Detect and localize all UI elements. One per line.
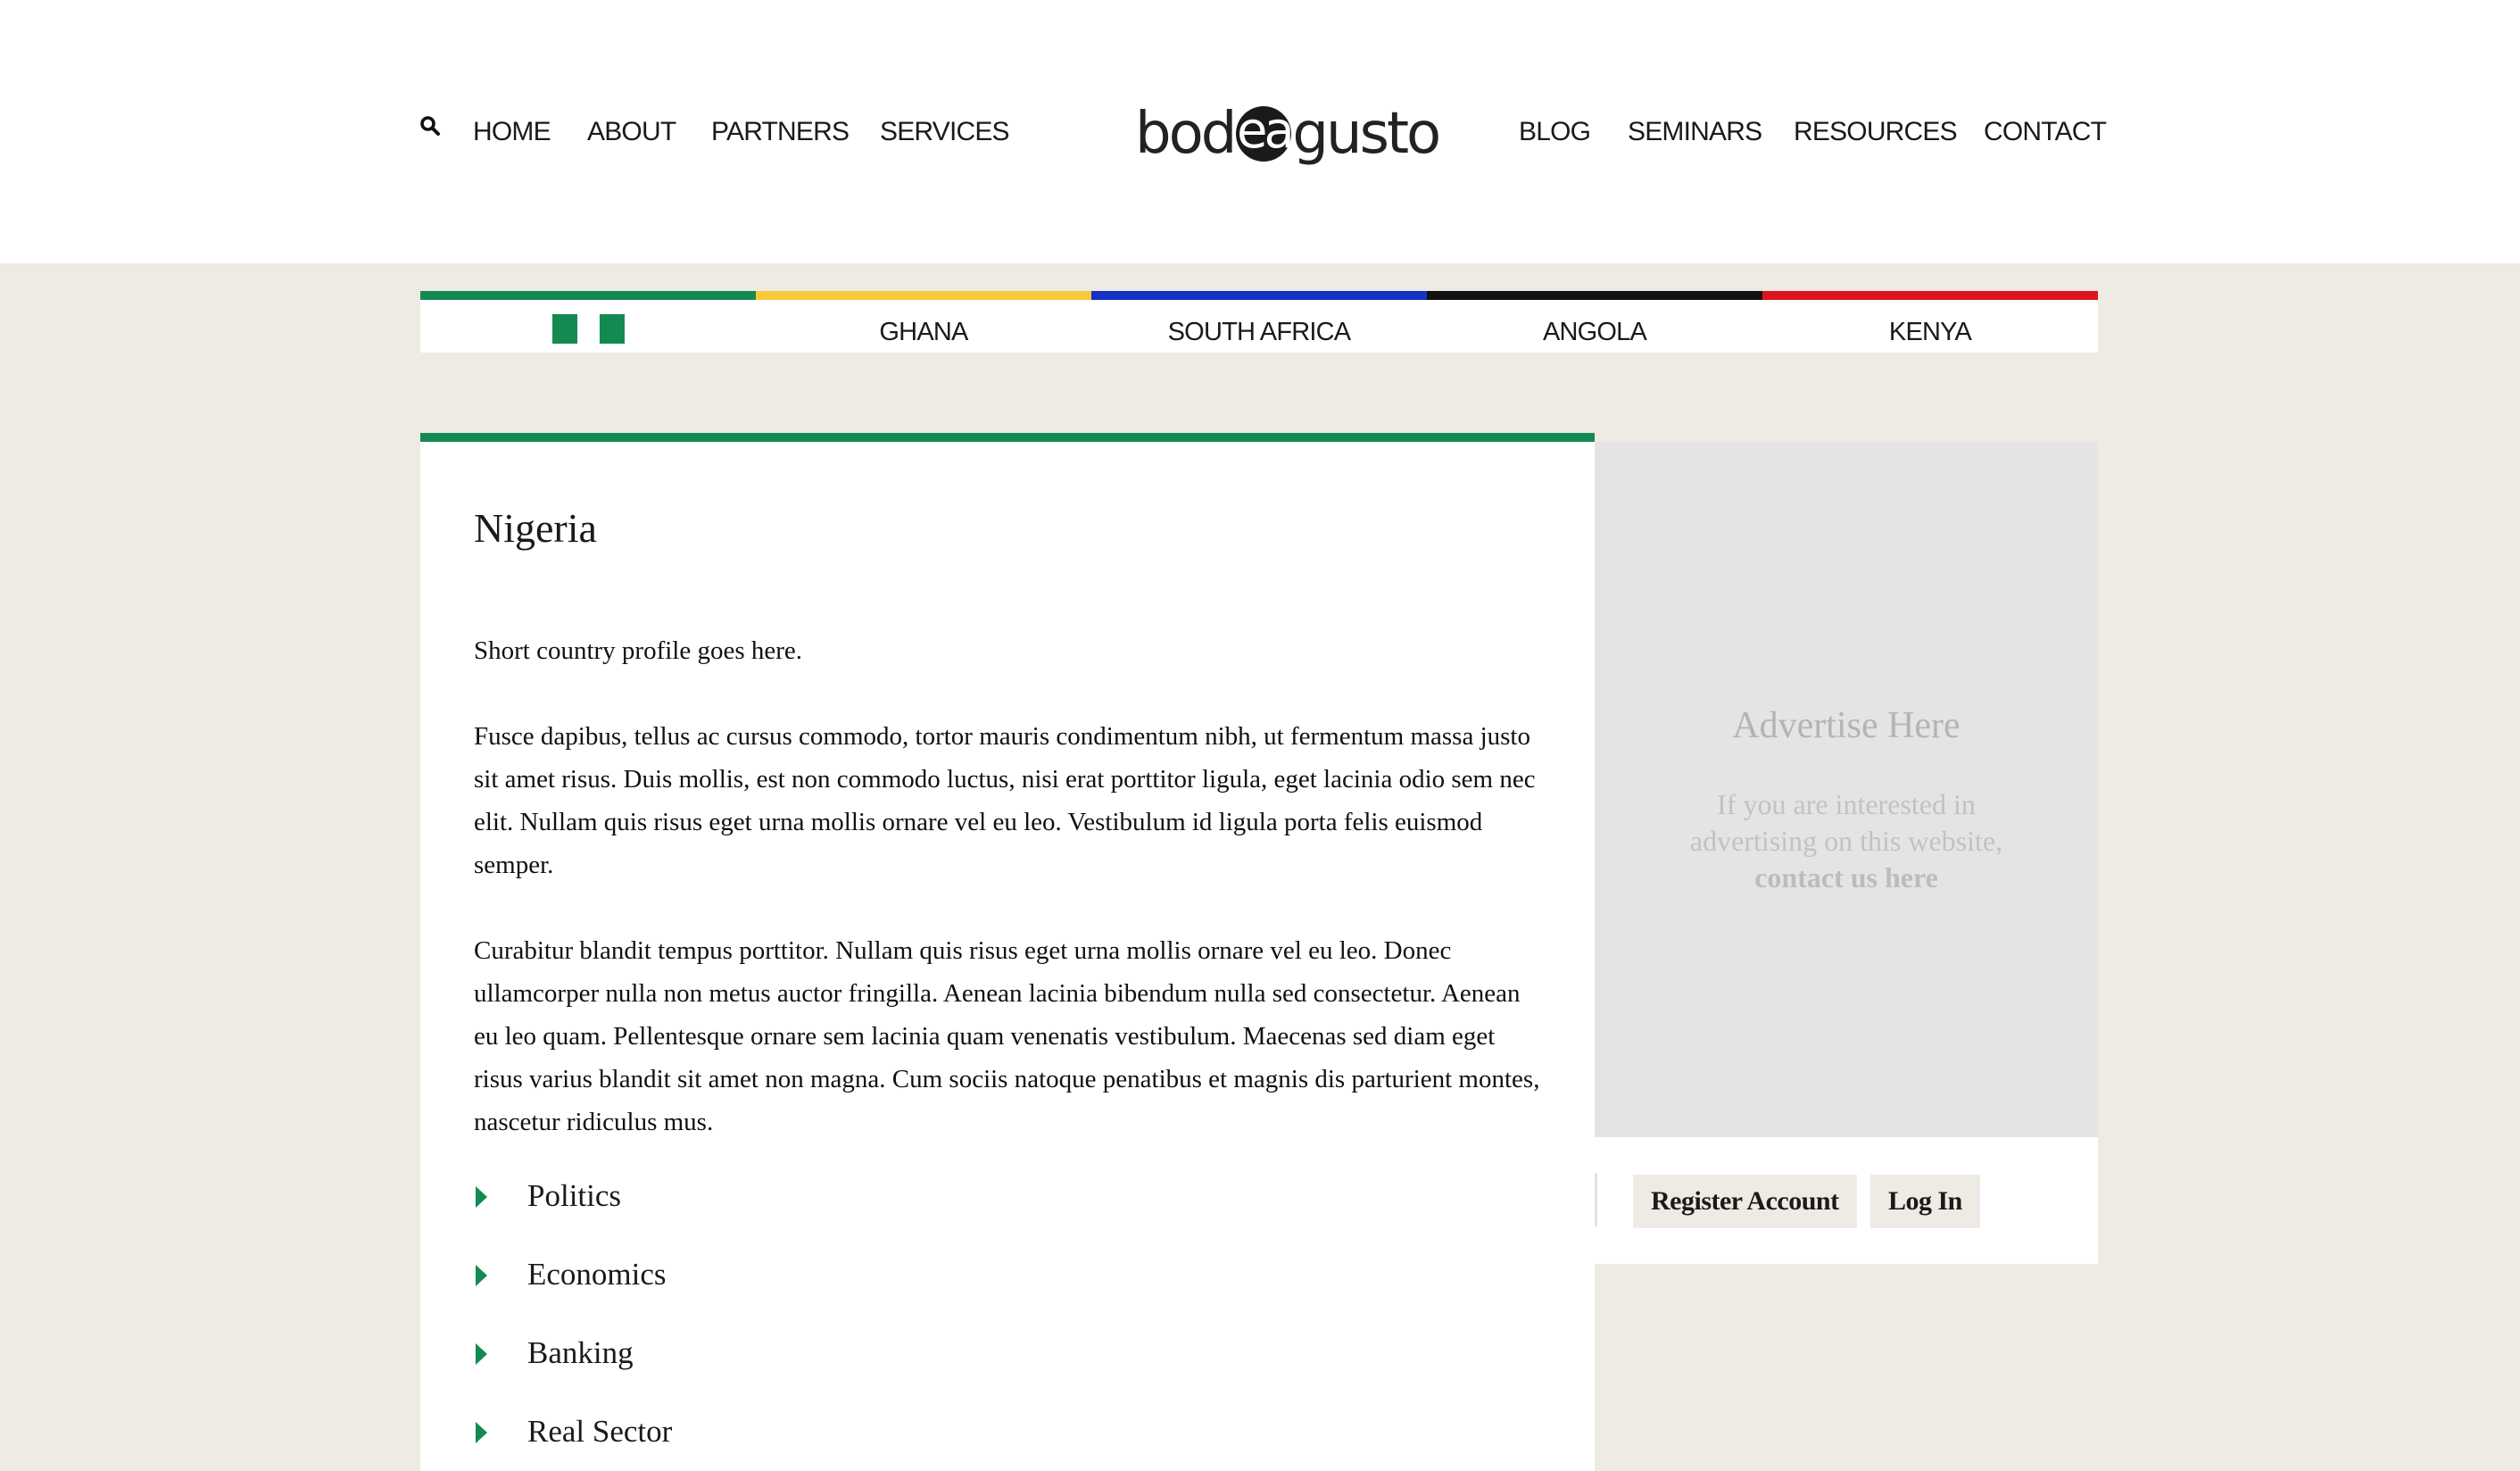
topic-politics[interactable]: Politics <box>476 1174 622 1218</box>
account-panel: Register Account Log In <box>1595 1137 2098 1264</box>
profile-intro: Short country profile goes here. <box>474 636 803 665</box>
advertise-title: Advertise Here <box>1732 705 1960 746</box>
arrow-right-icon <box>476 1186 487 1208</box>
topic-label: Banking <box>527 1335 634 1370</box>
tab-color-stripe <box>1091 291 1427 300</box>
nav-about-link[interactable]: ABOUT <box>587 114 676 150</box>
main-content: Nigeria Short country profile goes here.… <box>420 433 1595 1471</box>
advertise-text-line: advertising on this website, <box>1689 825 2003 857</box>
search-icon[interactable] <box>419 115 441 137</box>
logo-circle: ea <box>1236 102 1295 162</box>
logo-text-part1: bod <box>1135 101 1237 167</box>
arrow-right-icon <box>476 1265 487 1286</box>
tab-south-africa[interactable]: SOUTH AFRICA <box>1091 291 1427 353</box>
topic-banking[interactable]: Banking <box>476 1331 634 1375</box>
nav-resources-link[interactable]: RESOURCES <box>1794 114 1958 150</box>
topic-real-sector[interactable]: Real Sector <box>476 1409 673 1454</box>
register-account-button[interactable]: Register Account <box>1633 1175 1857 1228</box>
topic-label: Economics <box>527 1257 667 1292</box>
site-header: HOME ABOUT PARTNERS SERVICES bodeagusto … <box>0 0 2520 263</box>
page-title: Nigeria <box>474 505 597 551</box>
arrow-right-icon <box>476 1422 487 1443</box>
nav-partners-link[interactable]: PARTNERS <box>711 114 850 150</box>
nav-contact-link[interactable]: CONTACT <box>1984 114 2107 150</box>
tab-label: GHANA <box>879 318 968 346</box>
advertise-text: If you are interested in advertising on … <box>1595 786 2098 896</box>
site-logo[interactable]: bodeagusto <box>1135 98 1441 170</box>
advertise-box: Advertise Here If you are interested in … <box>1595 442 2098 1137</box>
tab-color-stripe <box>1762 291 2098 300</box>
tab-color-stripe <box>756 291 1091 300</box>
tab-nigeria[interactable] <box>420 291 756 353</box>
logo-text-part3: gusto <box>1292 101 1441 167</box>
divider <box>1595 1173 1597 1226</box>
nigeria-flag-icon <box>552 314 625 344</box>
nav-services-link[interactable]: SERVICES <box>880 114 1010 150</box>
advertise-text-line: If you are interested in <box>1717 788 1976 820</box>
nav-blog-link[interactable]: BLOG <box>1519 114 1591 150</box>
country-tabs: GHANA SOUTH AFRICA ANGOLA KENYA <box>420 291 2098 353</box>
tab-color-stripe <box>1427 291 1762 300</box>
contact-us-link[interactable]: contact us here <box>1595 860 2098 896</box>
tab-label: ANGOLA <box>1542 318 1647 346</box>
topic-economics[interactable]: Economics <box>476 1252 667 1297</box>
topic-label: Politics <box>527 1178 622 1213</box>
nav-home-link[interactable]: HOME <box>473 114 551 150</box>
tab-ghana[interactable]: GHANA <box>756 291 1091 353</box>
tab-angola[interactable]: ANGOLA <box>1427 291 1762 353</box>
topic-label: Real Sector <box>527 1414 673 1449</box>
profile-paragraph: Fusce dapibus, tellus ac cursus commodo,… <box>474 722 1536 879</box>
log-in-button[interactable]: Log In <box>1870 1175 1980 1228</box>
tab-label: SOUTH AFRICA <box>1167 318 1352 346</box>
tab-label: KENYA <box>1888 318 1972 346</box>
tab-color-stripe <box>420 291 756 300</box>
tab-kenya[interactable]: KENYA <box>1762 291 2098 353</box>
arrow-right-icon <box>476 1343 487 1365</box>
nav-seminars-link[interactable]: SEMINARS <box>1628 114 1762 150</box>
profile-paragraph: Curabitur blandit tempus porttitor. Null… <box>474 936 1540 1136</box>
